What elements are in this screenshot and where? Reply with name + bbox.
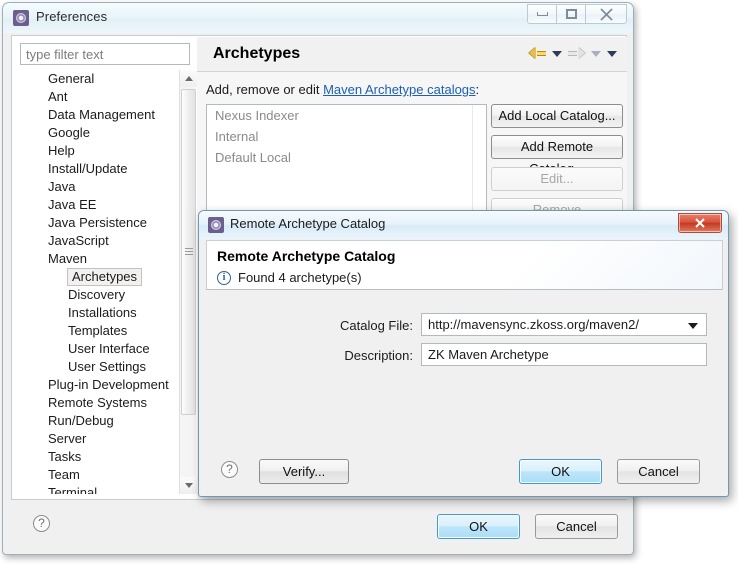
back-chevron-down-icon[interactable] bbox=[552, 50, 562, 57]
verify-button[interactable]: Verify... bbox=[259, 459, 349, 484]
dialog-info-row: i Found 4 archetype(s) bbox=[217, 270, 362, 285]
close-icon bbox=[695, 218, 705, 228]
tree-item-archetypes[interactable]: Archetypes bbox=[20, 268, 190, 286]
window-close-button[interactable] bbox=[585, 4, 627, 24]
dialog-cancel-button[interactable]: Cancel bbox=[617, 459, 700, 484]
tree-item-user-settings[interactable]: User Settings bbox=[20, 358, 190, 376]
scroll-down-button[interactable] bbox=[180, 477, 197, 494]
cancel-button[interactable]: Cancel bbox=[535, 514, 618, 539]
tree-item-tasks[interactable]: Tasks bbox=[20, 448, 190, 466]
tree-item-label: Archetypes bbox=[67, 268, 143, 286]
dialog-ok-button[interactable]: OK bbox=[519, 459, 602, 484]
pane-header: Archetypes bbox=[197, 37, 627, 72]
scroll-up-button[interactable] bbox=[180, 70, 197, 87]
tree-scrollbar[interactable] bbox=[179, 70, 197, 494]
close-icon bbox=[599, 7, 613, 21]
tree-item-terminal[interactable]: Terminal bbox=[20, 484, 190, 494]
triangle-down-icon bbox=[184, 483, 193, 488]
description-label: Description: bbox=[344, 348, 413, 363]
edit-button: Edit... bbox=[491, 167, 623, 191]
scrollbar-thumb[interactable] bbox=[181, 89, 196, 415]
preferences-footer: ? OK Cancel bbox=[11, 503, 627, 548]
window-title: Preferences bbox=[36, 9, 108, 24]
catalog-file-value: http://mavensync.zkoss.org/maven2/ bbox=[428, 317, 639, 332]
tree-item-remote-systems[interactable]: Remote Systems bbox=[20, 394, 190, 412]
list-item[interactable]: Default Local bbox=[207, 147, 486, 168]
tree-item-javascript[interactable]: JavaScript bbox=[20, 232, 190, 250]
maximize-icon bbox=[565, 9, 577, 19]
chevron-down-icon[interactable] bbox=[688, 323, 698, 329]
minimize-icon bbox=[536, 12, 548, 16]
list-item[interactable]: Internal bbox=[207, 126, 486, 147]
help-icon[interactable]: ? bbox=[33, 515, 50, 532]
tree-item-google[interactable]: Google bbox=[20, 124, 190, 142]
add-remote-catalog-button[interactable]: Add Remote Catalog... bbox=[491, 135, 623, 176]
dialog-heading: Remote Archetype Catalog bbox=[217, 248, 396, 264]
info-icon: i bbox=[217, 270, 231, 285]
tree-item-java-ee[interactable]: Java EE bbox=[20, 196, 190, 214]
description-input[interactable]: ZK Maven Archetype bbox=[421, 343, 707, 366]
dialog-title: Remote Archetype Catalog bbox=[230, 216, 386, 231]
add-local-catalog-button[interactable]: Add Local Catalog... bbox=[491, 104, 623, 128]
status-text: Found 4 archetype(s) bbox=[238, 270, 362, 285]
tree-item-help[interactable]: Help bbox=[20, 142, 190, 160]
tree-item-plug-in-development[interactable]: Plug-in Development bbox=[20, 376, 190, 394]
tree-item-team[interactable]: Team bbox=[20, 466, 190, 484]
grip-icon bbox=[185, 248, 193, 256]
view-menu-chevron-down-icon[interactable] bbox=[607, 50, 617, 57]
gear-icon bbox=[208, 217, 224, 233]
remote-archetype-catalog-dialog: Remote Archetype Catalog Remote Archetyp… bbox=[198, 210, 729, 497]
description-value: ZK Maven Archetype bbox=[428, 347, 549, 362]
help-icon[interactable]: ? bbox=[221, 461, 238, 478]
preferences-titlebar[interactable]: Preferences bbox=[3, 3, 633, 33]
catalog-file-label: Catalog File: bbox=[340, 318, 413, 333]
tree-item-java[interactable]: Java bbox=[20, 178, 190, 196]
dialog-titlebar[interactable]: Remote Archetype Catalog bbox=[199, 211, 728, 239]
back-arrow-icon[interactable] bbox=[529, 47, 546, 60]
ok-button[interactable]: OK bbox=[437, 514, 520, 539]
gear-icon bbox=[13, 10, 29, 26]
tree-item-install-update[interactable]: Install/Update bbox=[20, 160, 190, 178]
tree-item-general[interactable]: General bbox=[20, 70, 190, 88]
tree-item-data-management[interactable]: Data Management bbox=[20, 106, 190, 124]
tree-item-run-debug[interactable]: Run/Debug bbox=[20, 412, 190, 430]
maximize-button[interactable] bbox=[556, 4, 585, 24]
dialog-footer: ? Verify... OK Cancel bbox=[199, 446, 728, 496]
description-prefix: Add, remove or edit bbox=[206, 82, 324, 97]
tree-item-templates[interactable]: Templates bbox=[20, 322, 190, 340]
preferences-tree[interactable]: General Ant Data Management Google Help Insta… bbox=[20, 70, 190, 494]
triangle-up-icon bbox=[184, 76, 193, 81]
description-suffix: : bbox=[475, 82, 480, 97]
list-item[interactable]: Nexus Indexer bbox=[207, 105, 486, 126]
pane-description: Add, remove or edit Maven Archetype cata… bbox=[206, 82, 479, 97]
page-title: Archetypes bbox=[213, 45, 301, 62]
tree-item-user-interface[interactable]: User Interface bbox=[20, 340, 190, 358]
tree-item-installations[interactable]: Installations bbox=[20, 304, 190, 322]
catalog-file-combobox[interactable]: http://mavensync.zkoss.org/maven2/ bbox=[421, 313, 707, 336]
tree-item-maven[interactable]: Maven bbox=[20, 250, 190, 268]
minimize-button[interactable] bbox=[527, 4, 556, 24]
maven-archetype-catalogs-link[interactable]: Maven Archetype catalogs bbox=[323, 82, 475, 97]
dialog-close-button[interactable] bbox=[678, 213, 722, 233]
tree-item-server[interactable]: Server bbox=[20, 430, 190, 448]
tree-item-java-persistence[interactable]: Java Persistence bbox=[20, 214, 190, 232]
forward-chevron-down-icon[interactable] bbox=[591, 50, 601, 57]
search-input[interactable] bbox=[20, 43, 190, 65]
tree-item-discovery[interactable]: Discovery bbox=[20, 286, 190, 304]
dialog-header-area: Remote Archetype Catalog i Found 4 arche… bbox=[206, 240, 723, 290]
forward-arrow-icon[interactable] bbox=[568, 47, 585, 60]
tree-item-ant[interactable]: Ant bbox=[20, 88, 190, 106]
